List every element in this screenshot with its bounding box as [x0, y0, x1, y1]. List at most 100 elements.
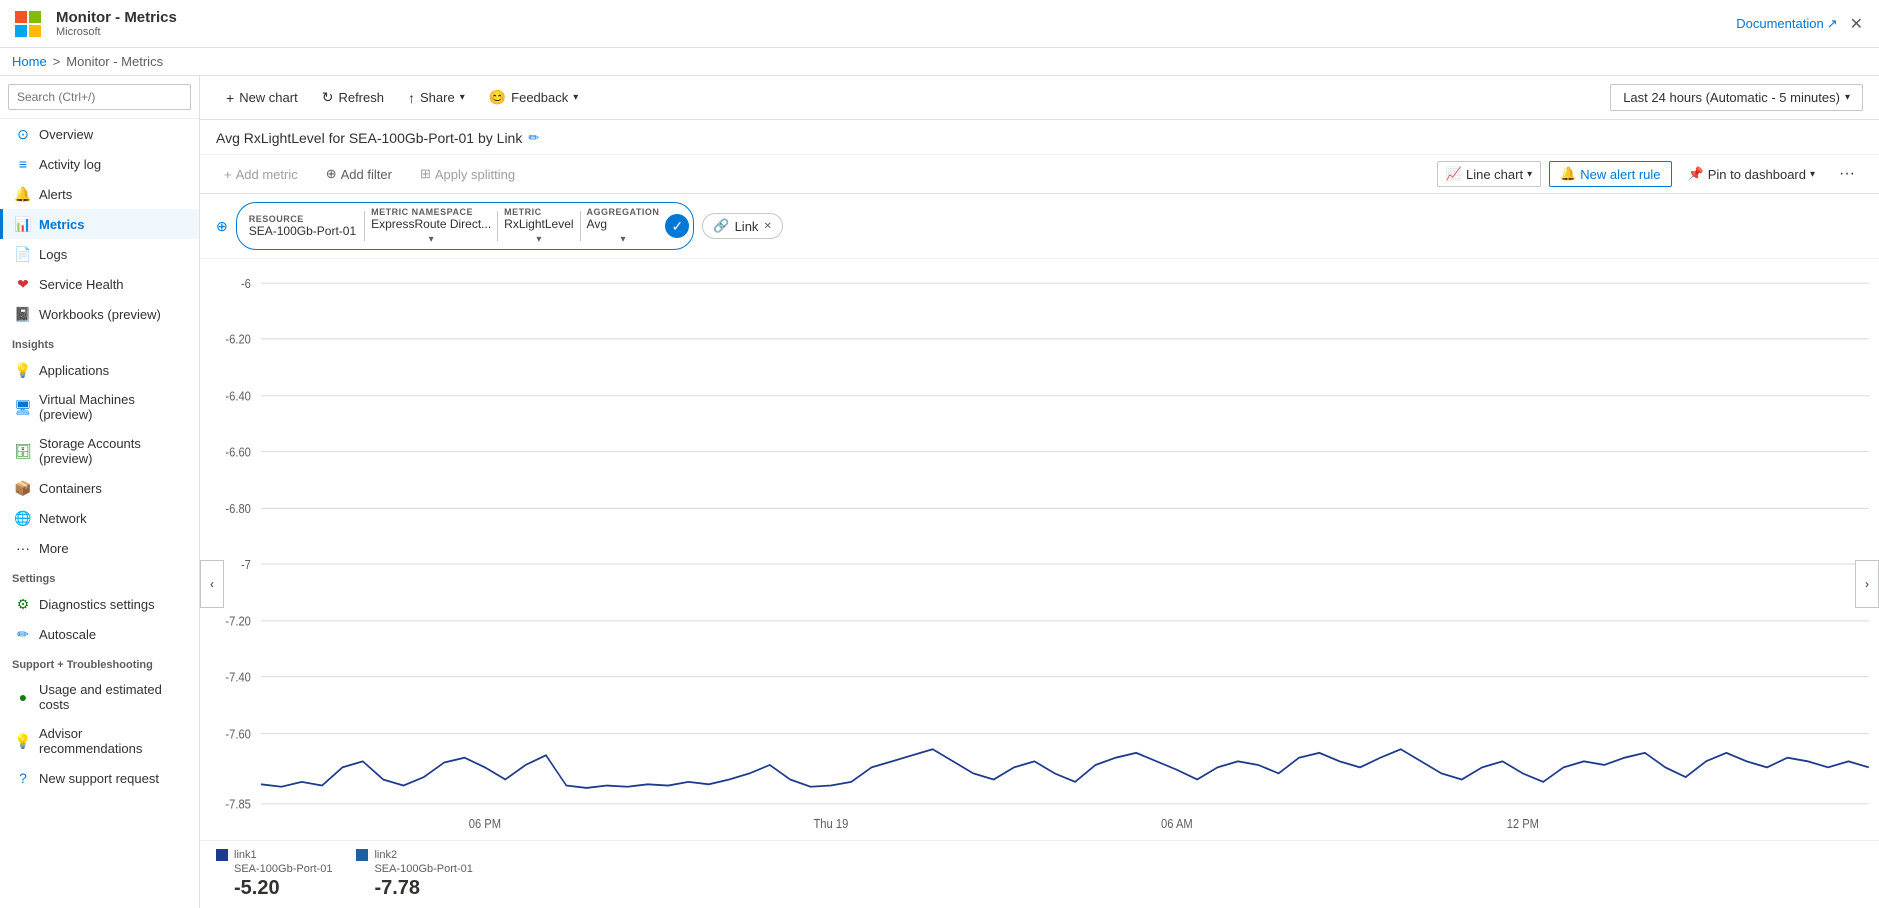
link-tag-label: Link [735, 219, 759, 234]
add-metric-button[interactable]: + Add metric [216, 163, 306, 186]
sidebar-item-autoscale[interactable]: ✏ Autoscale [0, 619, 199, 649]
resource-label: RESOURCE [249, 214, 356, 224]
sidebar-item-service-health[interactable]: ❤ Service Health [0, 269, 199, 299]
top-bar-right: Documentation ↗ ✕ [1736, 10, 1867, 38]
chart-type-label: Line chart [1466, 167, 1523, 182]
pin-dropdown-icon: ▾ [1810, 169, 1815, 180]
sidebar-search-container [0, 76, 199, 119]
new-chart-button[interactable]: + New chart [216, 85, 308, 111]
sidebar-item-more[interactable]: ··· More [0, 533, 199, 563]
sidebar-item-new-support[interactable]: ? New support request [0, 763, 199, 793]
share-icon: ↑ [408, 90, 415, 106]
share-label: Share [420, 90, 455, 105]
sidebar-label-new-support: New support request [39, 771, 159, 786]
sidebar-item-applications[interactable]: 💡 Applications [0, 355, 199, 385]
sidebar-item-virtual-machines[interactable]: 🖥 Virtual Machines (preview) [0, 385, 199, 429]
feedback-button[interactable]: 😊 Feedback ▾ [479, 84, 589, 111]
sidebar-nav-items: ⊙ Overview ≡ Activity log 🔔 Alerts 📊 Met… [0, 119, 199, 329]
virtual-machines-icon: 🖥 [15, 399, 31, 415]
svg-text:-6: -6 [241, 276, 251, 291]
sidebar-item-storage-accounts[interactable]: 🗄 Storage Accounts (preview) [0, 429, 199, 473]
time-range-button[interactable]: Last 24 hours (Automatic - 5 minutes) ▾ [1610, 84, 1863, 111]
legend-label-link2-resource: SEA-100Gb-Port-01 [356, 863, 472, 875]
chart-nav-left[interactable]: ‹ [200, 560, 224, 608]
sidebar-item-logs[interactable]: 📄 Logs [0, 239, 199, 269]
refresh-icon: ↻ [322, 89, 334, 106]
link-tag-close-icon[interactable]: ✕ [763, 221, 771, 232]
pin-label: Pin to dashboard [1708, 167, 1806, 182]
feedback-label: Feedback [511, 90, 568, 105]
link-tag[interactable]: 🔗 Link ✕ [702, 213, 782, 239]
sidebar-item-diagnostics[interactable]: ⚙ Diagnostics settings [0, 589, 199, 619]
sidebar-item-containers[interactable]: 📦 Containers [0, 473, 199, 503]
chart-controls: + Add metric ⊕ Add filter ⊞ Apply splitt… [200, 155, 1879, 194]
app-subtitle: Microsoft [56, 26, 177, 38]
apply-splitting-button[interactable]: ⊞ Apply splitting [412, 162, 523, 186]
namespace-label: METRIC NAMESPACE [371, 207, 491, 217]
breadcrumb-separator: > [53, 54, 61, 69]
sidebar-label-metrics: Metrics [39, 217, 85, 232]
alert-rule-label: New alert rule [1580, 167, 1660, 182]
svg-text:-7.40: -7.40 [225, 670, 251, 685]
breadcrumb: Home > Monitor - Metrics [0, 48, 1879, 76]
documentation-link[interactable]: Documentation ↗ [1736, 16, 1837, 32]
namespace-selector-field[interactable]: METRIC NAMESPACE ExpressRoute Direct... … [365, 205, 497, 247]
selector-group: RESOURCE SEA-100Gb-Port-01 METRIC NAMESP… [236, 202, 695, 250]
chart-type-button[interactable]: 📈 Line chart ▾ [1437, 161, 1541, 187]
legend-header-link2: link2 [356, 849, 472, 861]
add-metric-label: Add metric [236, 167, 298, 182]
chart-title-edit-icon[interactable]: ✏ [528, 130, 539, 146]
sidebar-label-network: Network [39, 511, 87, 526]
legend-header-link1: link1 [216, 849, 332, 861]
sidebar-label-overview: Overview [39, 127, 93, 142]
svg-text:06 PM: 06 PM [469, 816, 501, 831]
sidebar-item-workbooks[interactable]: 📓 Workbooks (preview) [0, 299, 199, 329]
sidebar-item-overview[interactable]: ⊙ Overview [0, 119, 199, 149]
more-options-button[interactable]: ··· [1831, 161, 1863, 187]
sidebar-label-alerts: Alerts [39, 187, 72, 202]
support-section-label: Support + Troubleshooting [0, 649, 199, 675]
metric-selector-field[interactable]: METRIC RxLightLevel ▾ [498, 205, 579, 247]
share-dropdown-icon: ▾ [460, 92, 465, 103]
legend-label-link1-name: link1 [234, 849, 257, 861]
selector-apply-button[interactable]: ✓ [665, 214, 689, 238]
apply-splitting-label: Apply splitting [435, 167, 515, 182]
chart-nav-right[interactable]: › [1855, 560, 1879, 608]
add-filter-button[interactable]: ⊕ Add filter [318, 162, 400, 186]
chart-container: .grid-line { stroke: #e0e0e0; stroke-wid… [200, 259, 1879, 840]
storage-accounts-icon: 🗄 [15, 443, 31, 459]
chart-controls-right: 📈 Line chart ▾ 🔔 New alert rule 📌 Pin to… [1437, 161, 1863, 187]
sidebar-item-alerts[interactable]: 🔔 Alerts [0, 179, 199, 209]
share-button[interactable]: ↑ Share ▾ [398, 85, 475, 111]
search-input[interactable] [8, 84, 191, 110]
sidebar-item-network[interactable]: 🌐 Network [0, 503, 199, 533]
sidebar-item-advisor[interactable]: 💡 Advisor recommendations [0, 719, 199, 763]
metric-value: RxLightLevel [504, 217, 573, 231]
toolbar-right: Last 24 hours (Automatic - 5 minutes) ▾ [1610, 84, 1863, 111]
sidebar-label-autoscale: Autoscale [39, 627, 96, 642]
new-alert-rule-button[interactable]: 🔔 New alert rule [1549, 161, 1671, 187]
sidebar-label-workbooks: Workbooks (preview) [39, 307, 161, 322]
refresh-label: Refresh [338, 90, 384, 105]
legend-item-link1: link1 SEA-100Gb-Port-01 -5.20 [216, 849, 332, 900]
chart-title: Avg RxLightLevel for SEA-100Gb-Port-01 b… [216, 130, 522, 146]
app-title-block: Monitor - Metrics Microsoft [56, 9, 177, 38]
sidebar-item-usage-costs[interactable]: ● Usage and estimated costs [0, 675, 199, 719]
aggregation-selector-field[interactable]: AGGREGATION Avg ▾ [581, 205, 666, 247]
namespace-dropdown-arrow: ▾ [429, 234, 434, 245]
chart-legend: link1 SEA-100Gb-Port-01 -5.20 link2 SEA-… [200, 840, 1879, 908]
close-button[interactable]: ✕ [1846, 10, 1867, 38]
toolbar: + New chart ↻ Refresh ↑ Share ▾ 😊 Feedba… [200, 76, 1879, 120]
svg-text:Thu 19: Thu 19 [813, 816, 848, 831]
chart-wrapper: ‹ › .grid-line { stroke: #e0e0e0; stroke… [200, 259, 1879, 908]
feedback-icon: 😊 [489, 89, 506, 106]
chart-svg: .grid-line { stroke: #e0e0e0; stroke-wid… [200, 259, 1879, 840]
legend-color-link1 [216, 849, 228, 861]
pin-dashboard-button[interactable]: 📌 Pin to dashboard ▾ [1680, 162, 1824, 186]
breadcrumb-home[interactable]: Home [12, 54, 47, 69]
sidebar-item-activity-log[interactable]: ≡ Activity log [0, 149, 199, 179]
refresh-button[interactable]: ↻ Refresh [312, 84, 394, 111]
advisor-icon: 💡 [15, 733, 31, 749]
sidebar-item-metrics[interactable]: 📊 Metrics [0, 209, 199, 239]
documentation-label: Documentation [1736, 16, 1823, 31]
